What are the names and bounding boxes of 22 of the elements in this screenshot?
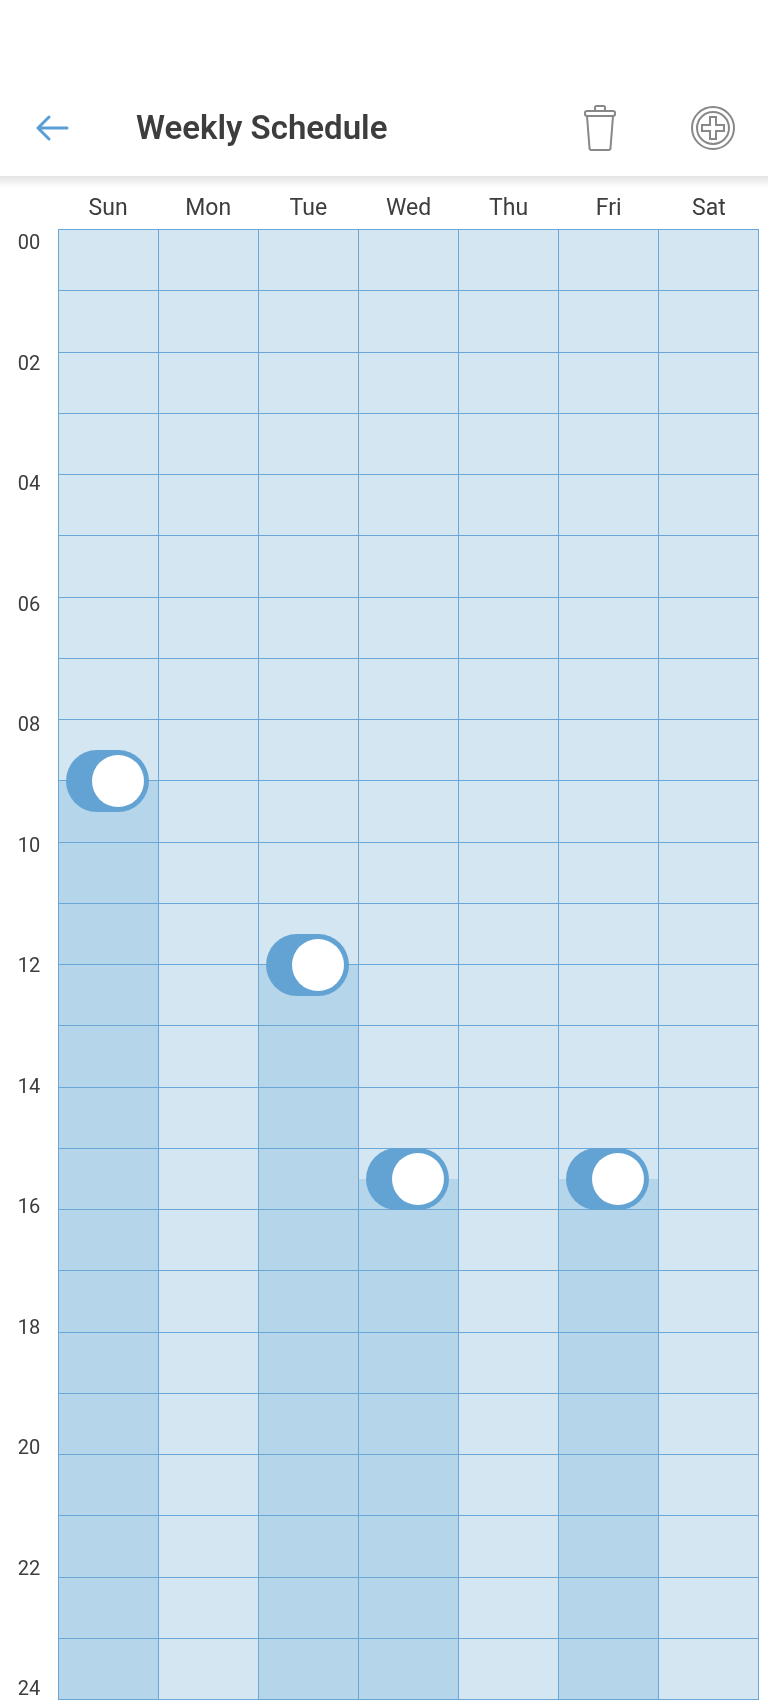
day-label: Wed (385, 193, 432, 224)
window-title: Weekly Schedule (136, 107, 388, 150)
add-icon[interactable] (690, 105, 736, 151)
hour-label: 02 (17, 350, 41, 375)
day-label: Tue (289, 193, 328, 224)
hour-label: 12 (17, 953, 41, 977)
hour-label: 24 (17, 1676, 41, 1700)
hour-label: 18 (17, 1314, 41, 1339)
hour-label: 00 (17, 230, 41, 254)
hour-label: 14 (17, 1073, 41, 1098)
day-label: Mon (185, 193, 232, 224)
day-label: Fri (595, 193, 622, 224)
hour-label: 20 (17, 1435, 41, 1459)
hour-label: 16 (17, 1194, 41, 1218)
hour-label: 04 (17, 471, 41, 495)
day-label: Sat (692, 193, 726, 224)
hour-label: 06 (17, 591, 41, 616)
day-label: Thu (489, 193, 529, 224)
hour-label: 08 (17, 712, 41, 736)
hour-label: 10 (17, 832, 41, 857)
hour-label: 22 (17, 1555, 41, 1580)
day-label: Sun (88, 193, 128, 224)
